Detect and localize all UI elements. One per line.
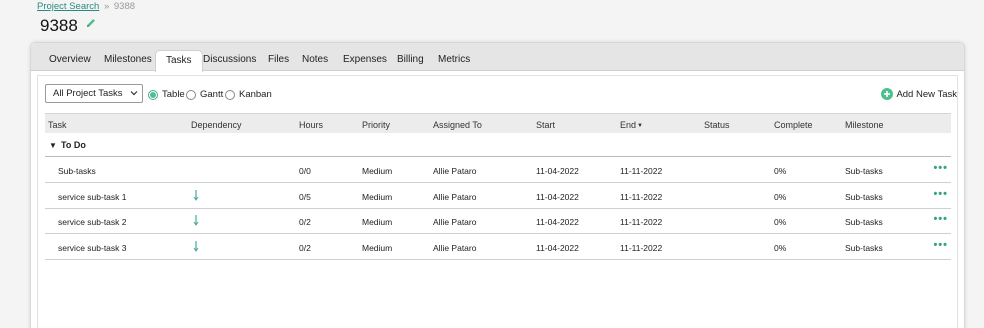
- tab-milestones[interactable]: Milestones: [104, 54, 152, 65]
- tab-notes[interactable]: Notes: [302, 54, 328, 65]
- chevron-down-icon: [130, 91, 138, 96]
- dependency-arrow-icon[interactable]: [193, 241, 199, 252]
- col-task[interactable]: Task: [48, 120, 67, 130]
- page-title: 9388: [40, 16, 78, 35]
- tab-overview[interactable]: Overview: [49, 54, 91, 65]
- row-hours: 0/2: [299, 243, 311, 254]
- tab-metrics[interactable]: Metrics: [438, 54, 470, 65]
- view-table-radio[interactable]: [148, 89, 158, 100]
- row-complete: 0%: [774, 243, 787, 254]
- col-end-wrap[interactable]: End▼: [620, 120, 643, 130]
- row-assigned-to: Allie Pataro: [433, 217, 477, 228]
- col-end: End: [620, 120, 637, 130]
- view-kanban-radio[interactable]: [225, 89, 235, 100]
- add-new-task-label: Add New Task: [896, 88, 957, 100]
- view-gantt-label: Gantt: [200, 89, 224, 100]
- row-priority: Medium: [362, 217, 393, 228]
- title-row: 9388: [40, 16, 97, 36]
- view-table-option[interactable]: Table: [148, 89, 185, 100]
- row-complete: 0%: [774, 191, 787, 202]
- tasks-content: All Project Tasks Table Gantt Kanban Add…: [37, 75, 958, 328]
- col-hours[interactable]: Hours: [299, 120, 323, 130]
- project-panel: Overview Milestones Tasks Discussions Fi…: [30, 42, 965, 328]
- view-gantt-radio[interactable]: [186, 89, 196, 100]
- row-priority: Medium: [362, 191, 393, 202]
- task-filter-value: All Project Tasks: [53, 88, 123, 99]
- row-end-date: 11-11-2022: [620, 243, 663, 254]
- tab-billing[interactable]: Billing: [397, 54, 424, 65]
- dependency-arrow-icon[interactable]: [193, 189, 199, 201]
- breadcrumb: Project Search » 9388: [37, 1, 135, 12]
- row-complete: 0%: [774, 166, 787, 176]
- tab-files[interactable]: Files: [268, 54, 289, 65]
- col-start[interactable]: Start: [536, 120, 555, 130]
- group-label: To Do: [61, 140, 86, 150]
- row-end-date: 11-11-2022: [620, 191, 663, 202]
- row-end-date: 11-11-2022: [620, 166, 663, 176]
- sort-desc-icon: ▼: [637, 123, 643, 129]
- row-priority: Medium: [362, 166, 393, 176]
- row-more-options-icon[interactable]: •••: [933, 213, 948, 225]
- row-complete: 0%: [774, 217, 787, 228]
- row-hours: 0/2: [299, 217, 311, 228]
- collapse-triangle-icon[interactable]: ▼: [49, 141, 57, 150]
- row-task-name[interactable]: service sub-task 3: [58, 243, 127, 253]
- breadcrumb-separator: »: [103, 1, 110, 12]
- row-start-date: 11-04-2022: [536, 191, 579, 202]
- view-kanban-label: Kanban: [239, 89, 272, 100]
- col-dependency[interactable]: Dependency: [191, 120, 242, 130]
- tab-tasks[interactable]: Tasks: [155, 50, 203, 72]
- breadcrumb-current: 9388: [113, 1, 136, 12]
- row-task-name[interactable]: Sub-tasks: [58, 166, 96, 176]
- col-priority[interactable]: Priority: [362, 120, 390, 130]
- col-complete[interactable]: Complete: [774, 120, 813, 130]
- dependency-arrow-icon[interactable]: [193, 215, 199, 227]
- col-assigned-to[interactable]: Assigned To: [433, 120, 482, 130]
- row-hours: 0/5: [299, 191, 311, 202]
- row-milestone: Sub-tasks: [845, 191, 883, 202]
- tab-discussions[interactable]: Discussions: [203, 54, 256, 65]
- row-task-name[interactable]: service sub-task 2: [58, 217, 127, 227]
- row-milestone: Sub-tasks: [845, 243, 883, 254]
- pencil-icon[interactable]: [85, 17, 97, 29]
- table-row[interactable]: service sub-task 1 0/5 Medium Allie Pataro 1…: [45, 183, 951, 209]
- row-start-date: 11-04-2022: [536, 166, 579, 176]
- view-table-label: Table: [162, 89, 185, 100]
- table-row[interactable]: service sub-task 2 0/2 Medium Allie Pataro 1…: [45, 208, 951, 235]
- row-milestone: Sub-tasks: [845, 166, 883, 176]
- row-more-options-icon[interactable]: •••: [933, 239, 948, 251]
- col-milestone[interactable]: Milestone: [845, 120, 884, 130]
- row-start-date: 11-04-2022: [536, 217, 579, 228]
- breadcrumb-link-project-search[interactable]: Project Search: [37, 1, 99, 12]
- add-new-task-button[interactable]: Add New Task: [881, 88, 957, 100]
- row-task-name[interactable]: service sub-task 1: [58, 192, 127, 202]
- col-status[interactable]: Status: [704, 120, 730, 130]
- table-row[interactable]: service sub-task 3 0/2 Medium Allie Pataro 1…: [45, 234, 951, 261]
- plus-circle-icon: [881, 88, 894, 100]
- task-filter-select[interactable]: All Project Tasks: [45, 84, 143, 103]
- row-end-date: 11-11-2022: [620, 217, 663, 228]
- view-kanban-option[interactable]: Kanban: [225, 89, 272, 100]
- row-priority: Medium: [362, 243, 393, 254]
- row-milestone: Sub-tasks: [845, 217, 883, 228]
- group-row-to-do[interactable]: ▼ To Do: [45, 133, 951, 157]
- row-more-options-icon[interactable]: •••: [933, 162, 948, 174]
- tab-expenses[interactable]: Expenses: [343, 54, 387, 65]
- row-more-options-icon[interactable]: •••: [933, 188, 948, 200]
- row-start-date: 11-04-2022: [536, 243, 579, 254]
- tab-bar: Overview Milestones Tasks Discussions Fi…: [31, 43, 964, 72]
- row-assigned-to: Allie Pataro: [433, 243, 477, 254]
- view-gantt-option[interactable]: Gantt: [186, 89, 223, 100]
- table-row[interactable]: Sub-tasks 0/0 Medium Allie Pataro 11-04-2022…: [45, 157, 951, 183]
- row-hours: 0/0: [299, 166, 311, 176]
- row-assigned-to: Allie Pataro: [433, 166, 477, 176]
- table-header: Task Dependency Hours Priority Assigned …: [45, 113, 951, 133]
- row-assigned-to: Allie Pataro: [433, 191, 477, 202]
